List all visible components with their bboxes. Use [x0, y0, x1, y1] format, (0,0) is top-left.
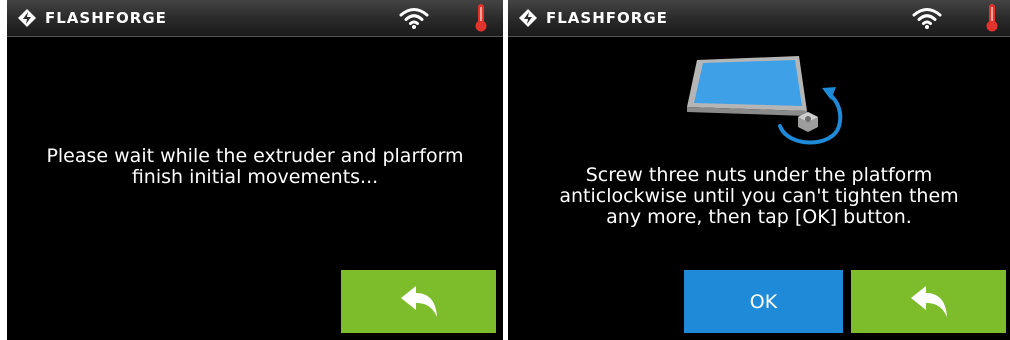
wifi-icon: [399, 8, 429, 29]
back-button[interactable]: [851, 270, 1006, 333]
back-arrow-icon: [910, 285, 947, 317]
back-arrow-icon: [400, 285, 437, 317]
printer-screen-leveling: FLASHFORGE Screw three nuts under the pl…: [508, 0, 1010, 340]
brand-name: FLASHFORGE: [546, 9, 668, 27]
thermometer-icon: [475, 4, 487, 32]
brand: FLASHFORGE: [17, 7, 167, 29]
platform-nut-illustration: [687, 56, 843, 145]
printer-screen-waiting: FLASHFORGE Please wait while the extrude…: [7, 0, 503, 340]
flashforge-logo-icon: [519, 9, 537, 27]
brand: FLASHFORGE: [518, 7, 668, 29]
wifi-icon: [912, 8, 942, 29]
top-bar: FLASHFORGE: [508, 0, 1010, 37]
flashforge-logo-icon: [18, 9, 36, 27]
thermometer-icon: [986, 4, 998, 32]
ok-button[interactable]: OK: [684, 270, 843, 333]
brand-name: FLASHFORGE: [45, 9, 167, 27]
instruction-message: Screw three nuts under the platform anti…: [559, 164, 959, 228]
status-message: Please wait while the extruder and plarf…: [46, 145, 464, 188]
top-bar: FLASHFORGE: [7, 0, 503, 37]
back-button[interactable]: [341, 270, 496, 333]
